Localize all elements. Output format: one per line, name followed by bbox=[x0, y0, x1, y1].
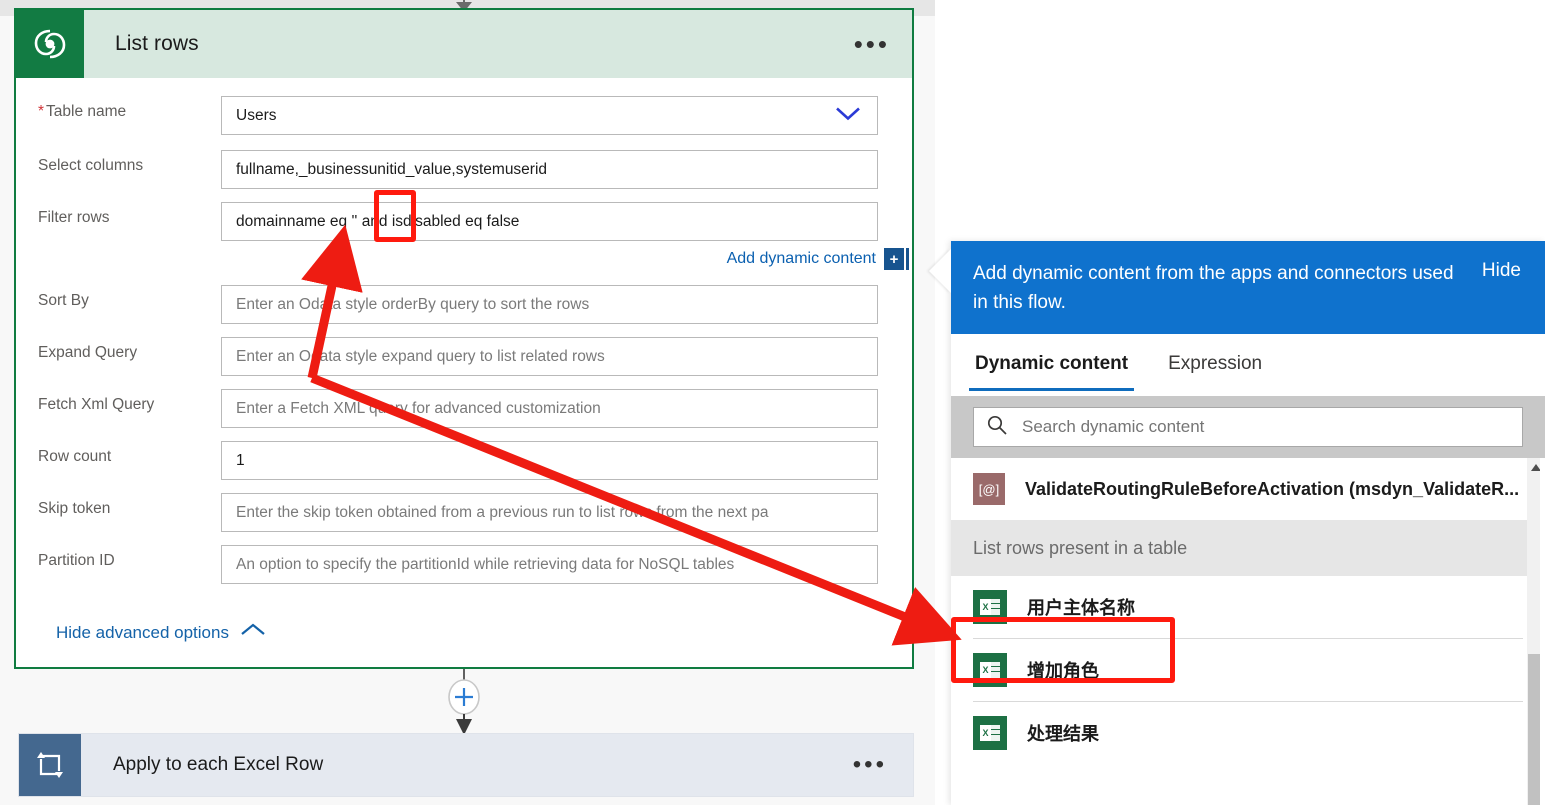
input-select-columns-value: fullname,_businessunitid_value,systemuse… bbox=[236, 160, 548, 178]
label-partition-id: Partition ID bbox=[38, 552, 115, 569]
form-row-expand-query: Expand Query Enter an Odata style expand… bbox=[16, 337, 912, 389]
dynamic-content-banner: Add dynamic content from the apps and co… bbox=[951, 241, 1545, 334]
list-item-process-result[interactable]: X 处理结果 bbox=[951, 702, 1545, 764]
label-filter-rows: Filter rows bbox=[38, 209, 110, 226]
required-asterisk: * bbox=[38, 103, 45, 120]
input-skip-token-placeholder: Enter the skip token obtained from a pre… bbox=[236, 503, 769, 521]
input-skip-token[interactable]: Enter the skip token obtained from a pre… bbox=[221, 493, 878, 532]
form-row-skip-token: Skip token Enter the skip token obtained… bbox=[16, 493, 912, 545]
list-item-label: 用户主体名称 bbox=[1027, 598, 1135, 618]
input-partition-id-placeholder: An option to specify the partitionId whi… bbox=[236, 555, 735, 573]
input-expand-query-placeholder: Enter an Odata style expand query to lis… bbox=[236, 347, 605, 365]
input-select-columns[interactable]: fullname,_businessunitid_value,systemuse… bbox=[221, 150, 878, 189]
banner-text: Add dynamic content from the apps and co… bbox=[973, 263, 1454, 313]
apply-to-each-menu-button[interactable]: ••• bbox=[853, 753, 887, 777]
search-container bbox=[951, 396, 1545, 458]
chevron-up-icon bbox=[239, 622, 267, 643]
loop-icon bbox=[19, 734, 81, 796]
add-dynamic-content-plus-icon[interactable]: + bbox=[884, 248, 909, 270]
search-input[interactable] bbox=[1020, 416, 1510, 438]
input-fetch-xml-query-placeholder: Enter a Fetch XML query for advanced cus… bbox=[236, 399, 601, 417]
input-expand-query[interactable]: Enter an Odata style expand query to lis… bbox=[221, 337, 878, 376]
add-step-connector[interactable] bbox=[440, 669, 488, 737]
list-item-label: 增加角色 bbox=[1027, 661, 1099, 681]
label-row-count: Row count bbox=[38, 448, 112, 465]
form-row-fetch-xml-query: Fetch Xml Query Enter a Fetch XML query … bbox=[16, 389, 912, 441]
svg-text:X: X bbox=[982, 665, 988, 675]
form-row-filter-rows: Filter rows domainname eq '' and isdisab… bbox=[16, 202, 912, 254]
list-rows-card[interactable]: List rows ••• * Table name Users Select … bbox=[14, 8, 914, 669]
input-filter-rows[interactable]: domainname eq '' and isdisabled eq false bbox=[221, 202, 878, 241]
hide-advanced-options-button[interactable]: Hide advanced options bbox=[56, 622, 267, 643]
svg-text:X: X bbox=[982, 728, 988, 738]
chevron-down-icon[interactable] bbox=[833, 104, 863, 127]
form-row-sort-by: Sort By Enter an Odata style orderBy que… bbox=[16, 285, 912, 337]
apply-to-each-title: Apply to each Excel Row bbox=[113, 754, 324, 775]
input-partition-id[interactable]: An option to specify the partitionId whi… bbox=[221, 545, 878, 584]
input-row-count[interactable]: 1 bbox=[221, 441, 878, 480]
form-row-row-count: Row count 1 bbox=[16, 441, 912, 493]
card-body: * Table name Users Select columns fullnam… bbox=[16, 78, 912, 667]
search-icon bbox=[986, 414, 1008, 441]
input-fetch-xml-query[interactable]: Enter a Fetch XML query for advanced cus… bbox=[221, 389, 878, 428]
hide-panel-button[interactable]: Hide bbox=[1482, 260, 1521, 282]
dataverse-icon bbox=[16, 10, 84, 78]
list-group-header-list-rows-present-in-a-table: List rows present in a table bbox=[951, 520, 1545, 576]
add-dynamic-content-row: Add dynamic content + bbox=[727, 248, 909, 270]
list-item-add-role[interactable]: X 增加角色 bbox=[951, 639, 1545, 701]
label-expand-query: Expand Query bbox=[38, 344, 138, 361]
screen: List rows ••• * Table name Users Select … bbox=[0, 0, 1545, 805]
dynamic-content-list[interactable]: [@] ValidateRoutingRuleBeforeActivation … bbox=[951, 458, 1545, 805]
add-dynamic-content-link[interactable]: Add dynamic content bbox=[727, 250, 876, 268]
tab-expression[interactable]: Expression bbox=[1162, 339, 1268, 391]
search-box[interactable] bbox=[973, 407, 1523, 447]
tab-dynamic-content[interactable]: Dynamic content bbox=[969, 339, 1135, 391]
input-sort-by-placeholder: Enter an Odata style orderBy query to so… bbox=[236, 295, 590, 313]
label-skip-token: Skip token bbox=[38, 500, 111, 517]
input-table-name[interactable]: Users bbox=[221, 96, 878, 135]
card-menu-button[interactable]: ••• bbox=[854, 31, 890, 57]
excel-icon: X bbox=[973, 590, 1007, 624]
list-item-validate-routing-rule[interactable]: [@] ValidateRoutingRuleBeforeActivation … bbox=[951, 458, 1545, 520]
label-sort-by: Sort By bbox=[38, 292, 89, 309]
apply-to-each-card[interactable]: Apply to each Excel Row ••• bbox=[18, 733, 914, 797]
list-item-upn[interactable]: X 用户主体名称 bbox=[951, 576, 1545, 638]
form-row-table-name: * Table name Users bbox=[16, 96, 912, 148]
label-table-name: * Table name bbox=[38, 103, 127, 120]
card-title: List rows bbox=[115, 32, 199, 55]
input-table-name-value: Users bbox=[236, 106, 277, 124]
label-select-columns: Select columns bbox=[38, 157, 144, 174]
excel-icon: X bbox=[973, 653, 1007, 687]
input-row-count-value: 1 bbox=[236, 451, 245, 469]
panel-tabs: Dynamic content Expression bbox=[951, 334, 1545, 396]
form-row-partition-id: Partition ID An option to specify the pa… bbox=[16, 545, 912, 597]
list-item-label: ValidateRoutingRuleBeforeActivation (msd… bbox=[1025, 478, 1520, 499]
hide-advanced-options-label: Hide advanced options bbox=[56, 622, 229, 642]
dynamic-content-panel: Add dynamic content from the apps and co… bbox=[929, 241, 1545, 805]
panel-right-edge bbox=[1540, 458, 1545, 805]
form-row-select-columns: Select columns fullname,_businessunitid_… bbox=[16, 150, 912, 202]
input-sort-by[interactable]: Enter an Odata style orderBy query to so… bbox=[221, 285, 878, 324]
group-header-label: List rows present in a table bbox=[973, 537, 1188, 558]
card-header: List rows ••• bbox=[16, 10, 912, 78]
panel-callout-pointer-icon bbox=[929, 249, 951, 293]
at-badge-icon: [@] bbox=[973, 473, 1005, 505]
label-fetch-xml-query: Fetch Xml Query bbox=[38, 396, 155, 413]
excel-icon: X bbox=[973, 716, 1007, 750]
input-filter-rows-value: domainname eq '' and isdisabled eq false bbox=[236, 212, 520, 230]
svg-text:X: X bbox=[982, 602, 988, 612]
list-item-label: 处理结果 bbox=[1027, 724, 1099, 744]
